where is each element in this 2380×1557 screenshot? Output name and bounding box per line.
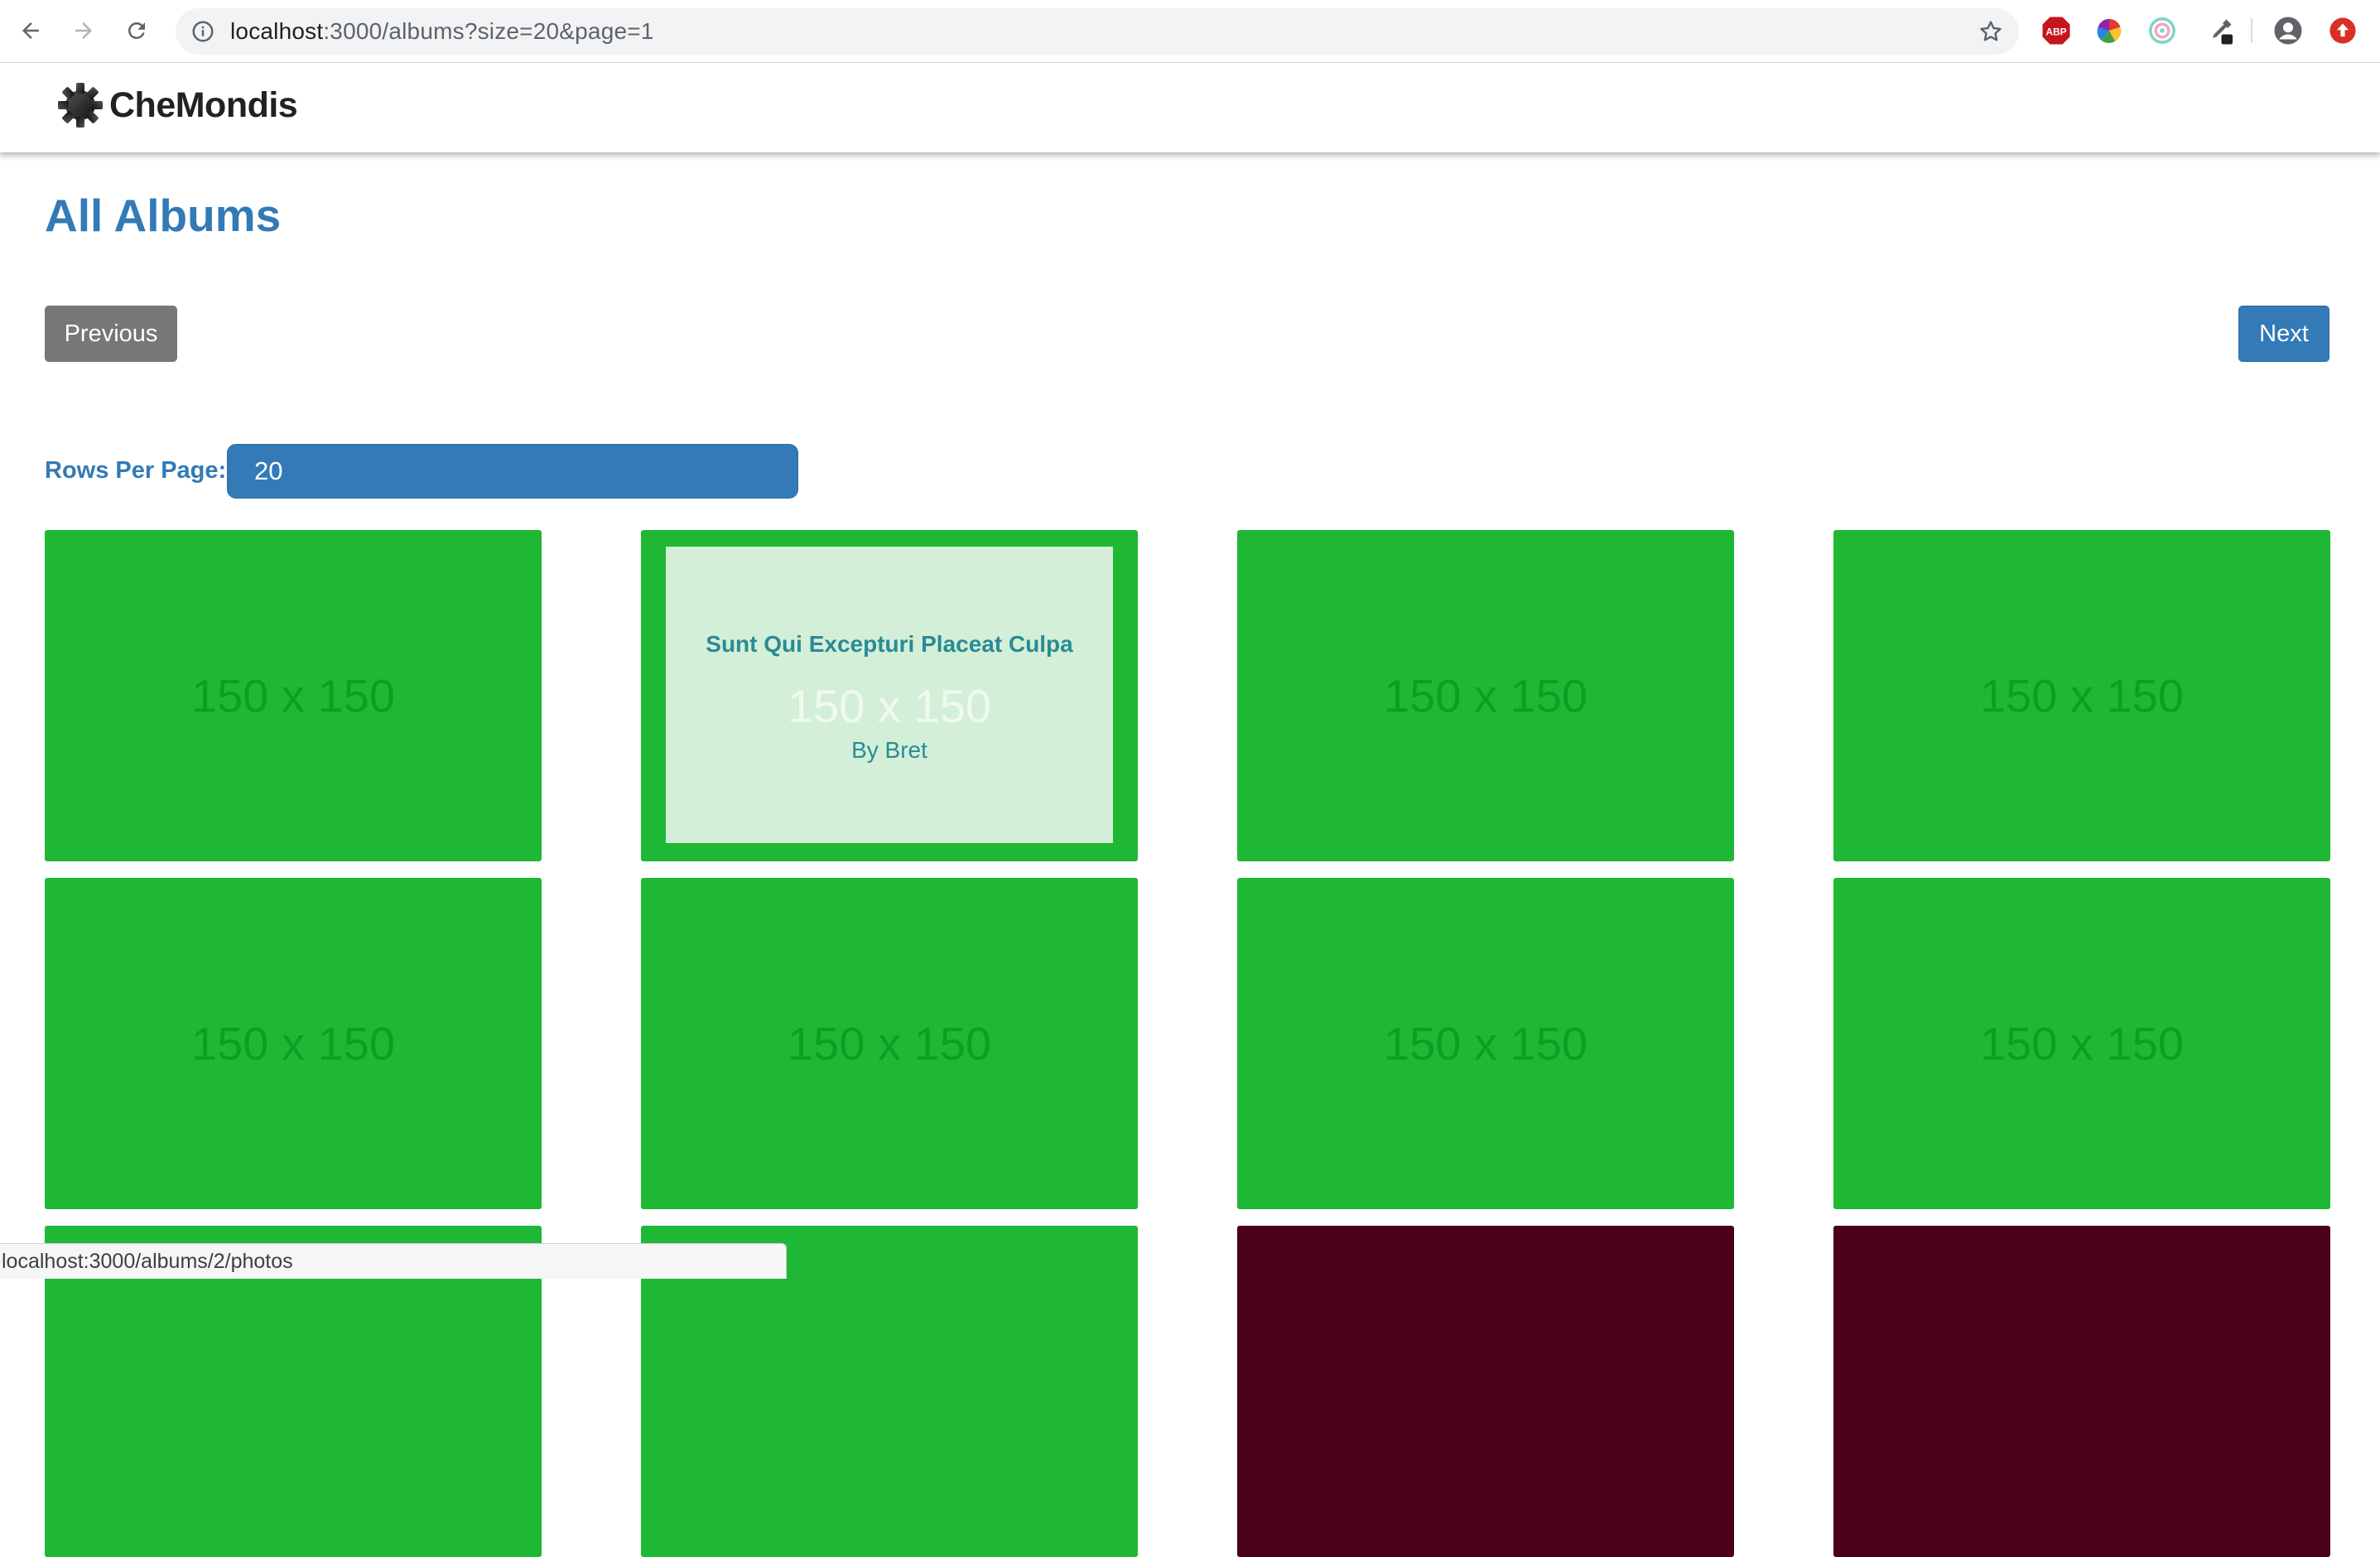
album-thumbnail-placeholder: 150 x 150 bbox=[788, 1017, 991, 1070]
adblock-extension-icon[interactable]: ABP bbox=[2040, 15, 2072, 46]
album-thumbnail-placeholder: 150 x 150 bbox=[1980, 669, 2184, 722]
gear-logo-icon bbox=[58, 83, 103, 128]
profile-avatar-icon[interactable] bbox=[2272, 15, 2304, 46]
album-card[interactable]: 150 x 150 bbox=[1833, 530, 2330, 861]
address-url: localhost:3000/albums?size=20&page=1 bbox=[230, 8, 654, 55]
link-status-bubble: localhost:3000/albums/2/photos bbox=[0, 1243, 787, 1279]
color-wheel-extension-icon[interactable] bbox=[2093, 15, 2125, 46]
album-thumbnail-placeholder: 150 x 150 bbox=[788, 680, 991, 732]
back-arrow-icon bbox=[22, 22, 39, 39]
app-navbar: CheMondis bbox=[0, 63, 2380, 152]
reload-icon bbox=[128, 22, 145, 39]
album-author: By Bret bbox=[851, 737, 927, 763]
previous-button[interactable]: Previous bbox=[45, 306, 177, 362]
album-card[interactable]: 150 x 150 bbox=[45, 530, 542, 861]
url-path: :3000/albums?size=20&page=1 bbox=[323, 18, 654, 44]
page-title: All Albums bbox=[45, 190, 282, 241]
rows-per-page-select[interactable]: 20 bbox=[227, 444, 798, 499]
album-card[interactable]: 150 x 150 bbox=[45, 878, 542, 1209]
bookmark-star-icon[interactable] bbox=[1978, 18, 2004, 49]
rows-per-page-label: Rows Per Page: bbox=[45, 457, 227, 484]
site-info-icon[interactable] bbox=[190, 19, 215, 48]
target-extension-icon[interactable] bbox=[2146, 15, 2178, 46]
album-card-hovered[interactable]: 150 x 150 Sunt Qui Excepturi Placeat Cul… bbox=[641, 530, 1138, 861]
forward-arrow-icon bbox=[75, 22, 92, 39]
forward-button[interactable] bbox=[65, 12, 103, 50]
album-title: Sunt Qui Excepturi Placeat Culpa bbox=[706, 631, 1073, 657]
back-button[interactable] bbox=[12, 12, 50, 50]
reload-button[interactable] bbox=[118, 12, 156, 50]
browser-toolbar: localhost:3000/albums?size=20&page=1 ABP bbox=[0, 0, 2380, 63]
eyedropper-extension-icon[interactable] bbox=[2204, 15, 2236, 46]
album-card[interactable]: 150 x 150 bbox=[641, 878, 1138, 1209]
toolbar-separator bbox=[2251, 18, 2252, 43]
album-card[interactable] bbox=[1833, 1226, 2330, 1557]
svg-text:ABP: ABP bbox=[2045, 26, 2066, 37]
next-button[interactable]: Next bbox=[2238, 306, 2329, 362]
album-card[interactable]: 150 x 150 bbox=[1237, 878, 1734, 1209]
album-thumbnail-placeholder: 150 x 150 bbox=[1980, 1017, 2184, 1070]
album-card[interactable]: 150 x 150 bbox=[1833, 878, 2330, 1209]
album-thumbnail-placeholder: 150 x 150 bbox=[191, 669, 395, 722]
album-thumbnail-placeholder: 150 x 150 bbox=[1384, 1017, 1587, 1070]
address-bar[interactable]: localhost:3000/albums?size=20&page=1 bbox=[176, 8, 2019, 55]
album-thumbnail-placeholder: 150 x 150 bbox=[1384, 669, 1587, 722]
album-card[interactable] bbox=[1237, 1226, 1734, 1557]
url-host: localhost bbox=[230, 18, 324, 44]
brand-name: CheMondis bbox=[109, 84, 298, 125]
brand-link[interactable]: CheMondis bbox=[56, 81, 298, 129]
album-card[interactable]: 150 x 150 bbox=[1237, 530, 1734, 861]
album-hover-overlay[interactable]: 150 x 150 Sunt Qui Excepturi Placeat Cul… bbox=[666, 547, 1113, 843]
update-available-icon[interactable] bbox=[2327, 15, 2358, 46]
album-thumbnail-placeholder: 150 x 150 bbox=[191, 1017, 395, 1070]
